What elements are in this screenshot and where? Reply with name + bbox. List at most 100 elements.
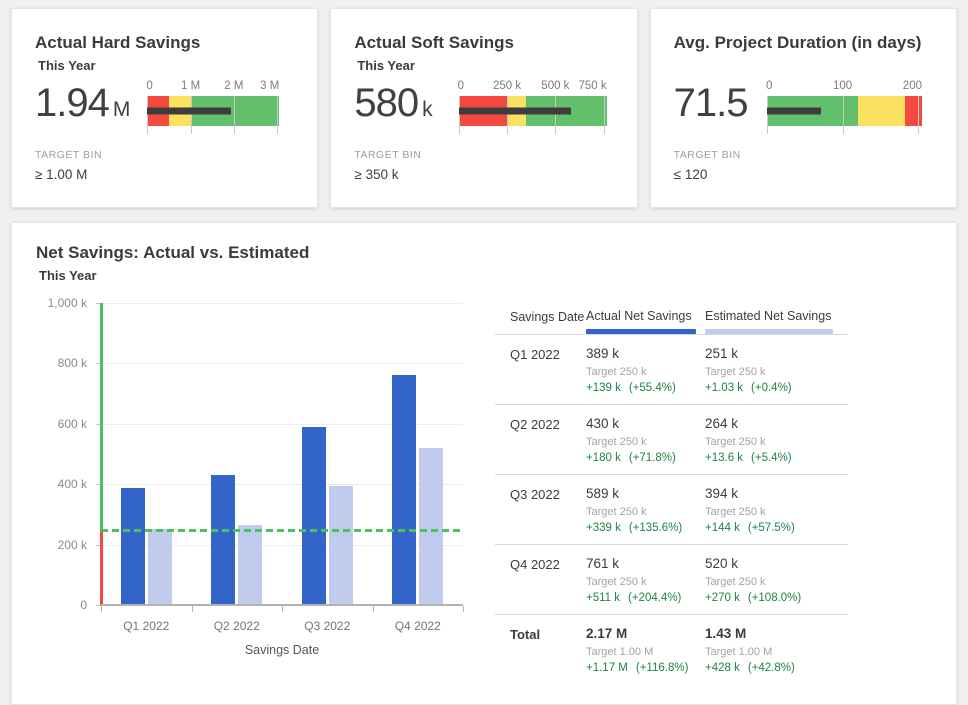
- savings-date-cell: Q2 2022: [510, 416, 586, 464]
- bullet-tick: [234, 96, 235, 134]
- gridline: [101, 363, 463, 364]
- bullet-tick-label: 0: [458, 80, 464, 92]
- y-axis-label: 800 k: [36, 356, 87, 370]
- estimated-delta: +1.03 k(+0.4%): [705, 382, 848, 394]
- y-axis-label: 400 k: [36, 477, 87, 491]
- table-body: Q1 2022389 kTarget 250 k+139 k(+55.4%)25…: [495, 334, 848, 684]
- kpi-value-suffix: k: [422, 98, 433, 121]
- table-row-q1-2022: Q1 2022389 kTarget 250 k+139 k(+55.4%)25…: [495, 334, 848, 404]
- bullet-axis-labels: 01 M2 M3 M: [147, 80, 279, 96]
- bullet-tick-label: 200: [903, 80, 922, 92]
- delta-value: +144 k: [705, 522, 740, 534]
- estimated: 1.43 MTarget 1.00 M+428 k(+42.8%): [705, 626, 848, 674]
- card-accent-bar: [330, 8, 637, 14]
- bullet-measure-bar[interactable]: [147, 108, 231, 115]
- panel-body: Q1 2022 Q2 2022 Q3 2022 Q4 2022 Savings Dat…: [36, 293, 932, 684]
- bar-estimated-q1-2022[interactable]: [148, 529, 172, 605]
- kpi-title: Actual Hard Savings: [35, 33, 295, 53]
- bar-actual-q1-2022[interactable]: [121, 488, 145, 605]
- kpi-subtitle: This Year: [357, 58, 614, 74]
- x-axis-tick: [101, 606, 102, 612]
- card-accent-bar: [650, 8, 957, 14]
- x-axis-title: Savings Date: [101, 643, 463, 657]
- bar-estimated-q4-2022[interactable]: [419, 448, 443, 605]
- bullet-measure-bar[interactable]: [459, 108, 571, 115]
- x-axis-label: Q1 2022: [123, 619, 169, 633]
- column-header-actual-net-savings: Actual Net Savings: [586, 309, 705, 334]
- x-axis-label: Q2 2022: [214, 619, 260, 633]
- kpi-subtitle: This Year: [38, 58, 295, 74]
- estimated: 251 kTarget 250 k+1.03 k(+0.4%): [705, 346, 848, 394]
- estimated-delta: +13.6 k(+5.4%): [705, 452, 848, 464]
- x-axis-tick: [373, 606, 374, 612]
- estimated-value: 264 k: [705, 416, 848, 431]
- bar-actual-q4-2022[interactable]: [392, 375, 416, 605]
- kpi-title: Actual Soft Savings: [354, 33, 614, 53]
- actual-target: Target 250 k: [586, 436, 705, 448]
- delta-percent: (+116.8%): [636, 662, 689, 674]
- actual-delta: +1.17 M(+116.8%): [586, 662, 705, 674]
- bar-actual-q2-2022[interactable]: [211, 475, 235, 605]
- y-axis-label: 0: [36, 598, 87, 612]
- kpi-value: 580k: [354, 80, 432, 133]
- table-row-q2-2022: Q2 2022430 kTarget 250 k+180 k(+71.8%)26…: [495, 404, 848, 474]
- actual-value: 761 k: [586, 556, 705, 571]
- bullet-axis-labels: 0250 k500 k750 k: [459, 80, 607, 96]
- x-axis-line: [101, 604, 463, 606]
- bullet-tick-label: 1 M: [181, 80, 200, 92]
- savings-date-cell: Total: [510, 626, 586, 674]
- delta-percent: (+71.8%): [629, 452, 676, 464]
- card-accent-bar: [11, 8, 318, 14]
- bullet-chart[interactable]: 0100200: [767, 80, 922, 126]
- actual: 2.17 MTarget 1.00 M+1.17 M(+116.8%): [586, 626, 705, 674]
- actual-target: Target 250 k: [586, 366, 705, 378]
- bar-actual-q3-2022[interactable]: [302, 427, 326, 605]
- bullet-measure-bar[interactable]: [767, 108, 821, 115]
- bullet-tick-label: 250 k: [493, 80, 521, 92]
- delta-percent: (+135.6%): [629, 522, 682, 534]
- savings-date-cell: Q4 2022: [510, 556, 586, 604]
- delta-percent: (+5.4%): [751, 452, 792, 464]
- bullet-tick-label: 3 M: [260, 80, 279, 92]
- estimated-delta: +428 k(+42.8%): [705, 662, 848, 674]
- bullet-chart[interactable]: 0250 k500 k750 k: [459, 80, 607, 126]
- bullet-axis-labels: 0100200: [767, 80, 922, 96]
- kpi-body: 580k 0250 k500 k750 k: [354, 80, 614, 133]
- bullet-tick: [767, 96, 768, 134]
- bullet-tick: [918, 96, 919, 134]
- bullet-range: [858, 96, 905, 126]
- delta-value: +139 k: [586, 382, 621, 394]
- estimated-target: Target 1.00 M: [705, 646, 848, 658]
- kpi-value-suffix: M: [113, 98, 131, 121]
- actual-value: 2.17 M: [586, 626, 705, 641]
- bullet-range: [905, 96, 922, 126]
- kpi-body: 1.94M 01 M2 M3 M: [35, 80, 295, 133]
- delta-value: +180 k: [586, 452, 621, 464]
- savings-date-cell: Q3 2022: [510, 486, 586, 534]
- bullet-tick-label: 0: [766, 80, 772, 92]
- y-axis-line-above-target: [100, 303, 103, 530]
- estimated-target: Target 250 k: [705, 576, 848, 588]
- estimated: 264 k Target 250 k +13.6 k(+5.4%): [705, 416, 848, 464]
- kpi-row: Actual Hard Savings This Year 1.94M 01 M…: [11, 8, 957, 208]
- bullet-tick-label: 750 k: [579, 80, 607, 92]
- table-row-total: Total2.17 MTarget 1.00 M+1.17 M(+116.8%)…: [495, 614, 848, 684]
- x-axis-tick: [463, 606, 464, 612]
- y-axis-label: 1,000 k: [36, 296, 87, 310]
- bar-estimated-q2-2022[interactable]: [238, 525, 262, 605]
- bullet-chart[interactable]: 01 M2 M3 M: [147, 80, 279, 126]
- kpi-card-actual-soft-savings: Actual Soft Savings This Year 580k 0 250 …: [330, 8, 637, 208]
- gridline: [101, 303, 463, 304]
- bar-estimated-q3-2022[interactable]: [329, 486, 353, 605]
- delta-percent: (+108.0%): [748, 592, 801, 604]
- bar-chart: Q1 2022Q2 2022Q3 2022Q4 2022 Savings Dat…: [36, 293, 495, 665]
- bullet-bar: [147, 96, 279, 126]
- bullet-tick: [555, 96, 556, 134]
- bullet-tick: [191, 96, 192, 134]
- delta-value: +1.03 k: [705, 382, 743, 394]
- delta-percent: (+57.5%): [748, 522, 795, 534]
- savings-date-cell: Q1 2022: [510, 346, 586, 394]
- estimated-target: Target 250 k: [705, 436, 848, 448]
- savings-table: Savings Date Actual Net Savings Estimate…: [495, 305, 848, 684]
- actual-delta: +339 k(+135.6%): [586, 522, 705, 534]
